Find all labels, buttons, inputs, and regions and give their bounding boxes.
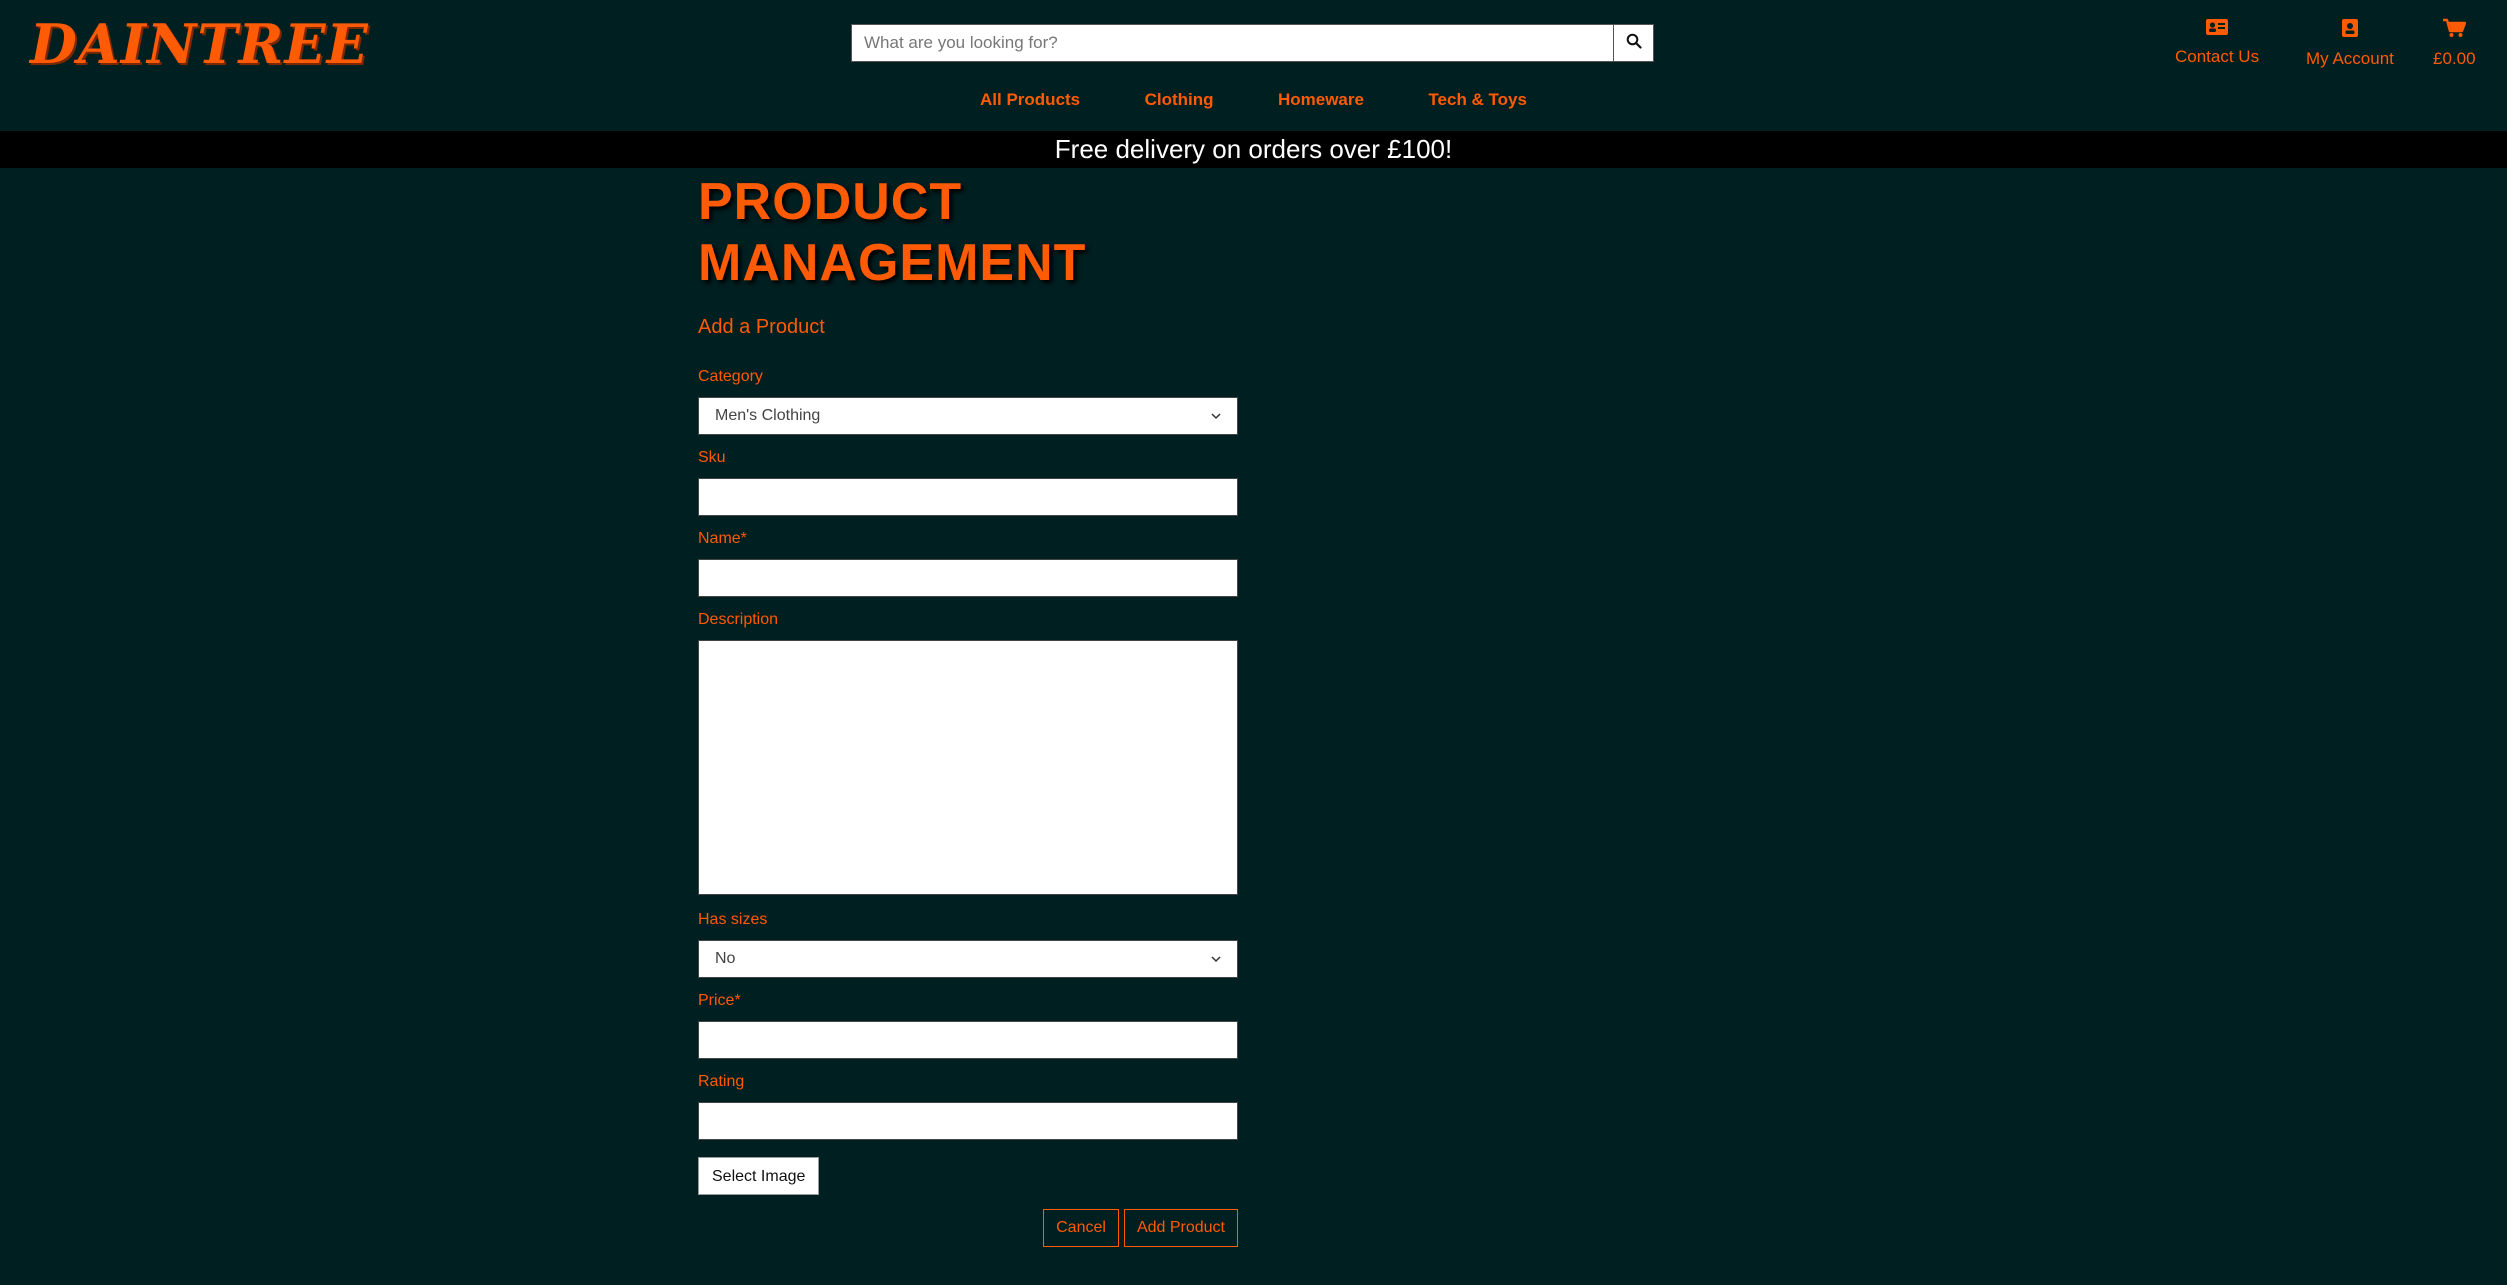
chevron-down-icon bbox=[1211, 409, 1221, 423]
search-icon bbox=[1626, 33, 1642, 54]
nav-clothing[interactable]: Clothing bbox=[1145, 90, 1214, 110]
description-label: Description bbox=[698, 611, 779, 628]
has-sizes-select[interactable]: No bbox=[698, 940, 1238, 978]
page-title-line-2: MANAGEMENT bbox=[698, 234, 1087, 292]
select-image-button[interactable]: Select Image bbox=[698, 1157, 820, 1195]
product-form-section: PRODUCT MANAGEMENT Add a Product Categor… bbox=[698, 172, 1238, 1247]
cart-link[interactable]: £0.00 bbox=[2433, 18, 2476, 69]
page-title: PRODUCT MANAGEMENT bbox=[698, 172, 1238, 294]
contact-us-link[interactable]: Contact Us bbox=[2175, 18, 2259, 67]
cart-total: £0.00 bbox=[2433, 49, 2476, 68]
category-selected-value: Men's Clothing bbox=[715, 407, 821, 424]
my-account-label: My Account bbox=[2306, 49, 2394, 68]
category-select[interactable]: Men's Clothing bbox=[698, 397, 1238, 435]
sku-label: Sku bbox=[698, 449, 726, 466]
contact-us-label: Contact Us bbox=[2175, 47, 2260, 66]
cart-icon bbox=[2442, 18, 2467, 49]
search-button[interactable] bbox=[1613, 24, 1654, 62]
user-badge-icon bbox=[2341, 18, 2359, 49]
my-account-link[interactable]: My Account bbox=[2306, 18, 2394, 69]
rating-input[interactable] bbox=[698, 1102, 1238, 1140]
nav-all-products[interactable]: All Products bbox=[980, 90, 1080, 110]
site-header: DAINTREE Contact Us bbox=[0, 0, 2507, 131]
nav-tech-toys[interactable]: Tech & Toys bbox=[1428, 90, 1527, 110]
cancel-button[interactable]: Cancel bbox=[1043, 1209, 1119, 1247]
chevron-down-icon bbox=[1211, 952, 1221, 966]
name-label: Name* bbox=[698, 530, 747, 547]
search-input[interactable] bbox=[851, 24, 1613, 62]
nav-homeware[interactable]: Homeware bbox=[1278, 90, 1364, 110]
page-title-line-1: PRODUCT bbox=[698, 173, 963, 231]
site-logo[interactable]: DAINTREE bbox=[30, 12, 369, 76]
search-bar bbox=[851, 24, 1654, 62]
has-sizes-label: Has sizes bbox=[698, 911, 768, 928]
delivery-banner: Free delivery on orders over £100! bbox=[0, 131, 2507, 168]
description-textarea[interactable] bbox=[698, 640, 1238, 895]
price-input[interactable] bbox=[698, 1021, 1238, 1059]
sku-input[interactable] bbox=[698, 478, 1238, 516]
rating-label: Rating bbox=[698, 1073, 745, 1090]
category-label: Category bbox=[698, 368, 763, 385]
main-nav: All Products Clothing Homeware Tech & To… bbox=[0, 90, 2507, 110]
form-actions: Cancel Add Product bbox=[698, 1209, 1238, 1247]
has-sizes-selected-value: No bbox=[715, 950, 736, 967]
add-product-button[interactable]: Add Product bbox=[1123, 1209, 1238, 1247]
price-label: Price* bbox=[698, 992, 741, 1009]
name-input[interactable] bbox=[698, 559, 1238, 597]
page-subtitle: Add a Product bbox=[698, 316, 825, 338]
id-card-icon bbox=[2205, 18, 2229, 47]
